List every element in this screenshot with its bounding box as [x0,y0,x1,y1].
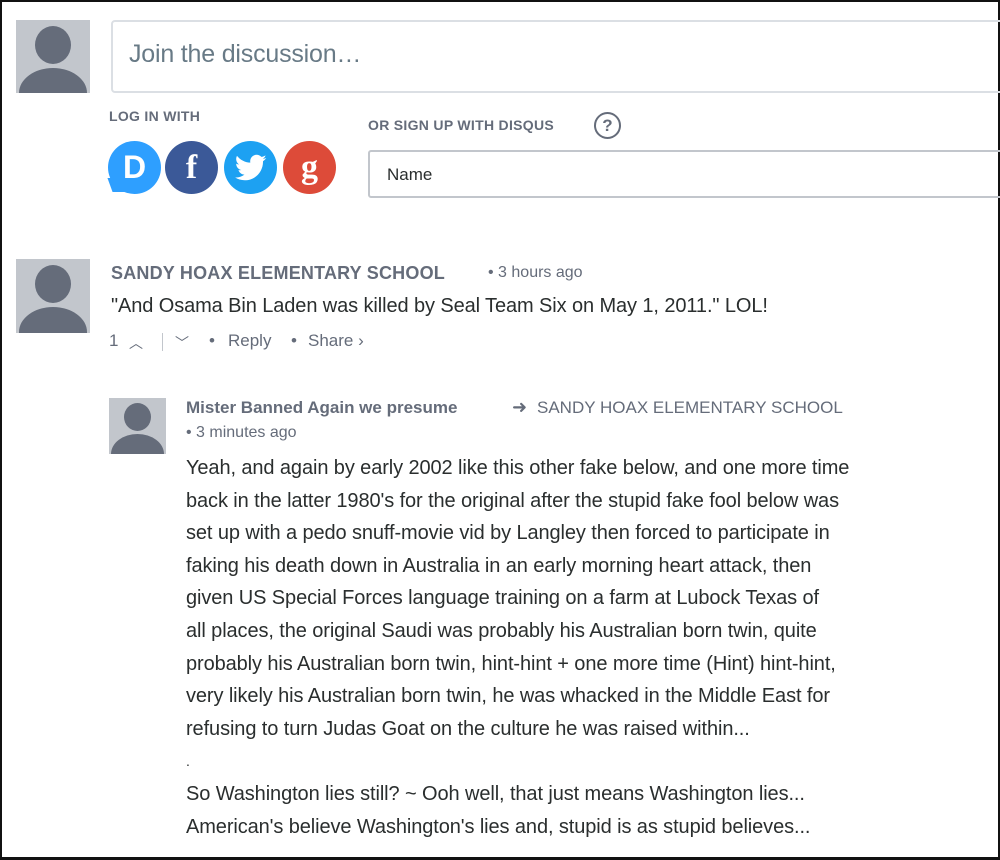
separator-dot: • [291,331,297,350]
reply-text-line: So Washington lies still? ~ Ooh well, th… [186,782,805,805]
reply-text-line: . [186,753,190,770]
reply-text-line: very likely his Australian born twin, he… [186,685,830,708]
google-icon: g [301,148,318,186]
reply-text-line: probably his Australian born twin, hint-… [186,652,836,675]
google-login-button[interactable]: g [283,141,336,194]
signup-with-disqus-label: OR SIGN UP WITH DISQUS [368,117,555,133]
reply-text-line: all places, the original Saudi was proba… [186,619,817,642]
comment-avatar[interactable] [16,259,90,333]
join-discussion-input[interactable]: Join the discussion… [111,20,1000,93]
reply-author[interactable]: Mister Banned Again we presume [186,398,457,418]
twitter-login-button[interactable] [224,141,277,194]
vote-divider [162,333,163,351]
avatar-body [19,68,87,93]
reply-timestamp[interactable]: • 3 minutes ago [186,424,297,442]
name-input[interactable]: Name [368,150,1000,198]
login-with-label: LOG IN WITH [109,108,201,124]
share-link[interactable]: Share › [308,331,364,353]
parent-author-link[interactable]: SANDY HOAX ELEMENTARY SCHOOL [537,398,843,418]
reply-text: Yeah, and again by early 2002 like this … [186,452,986,843]
reply-text-line: American's believe Washington's lies and… [186,815,811,838]
reply-arrow-icon: ➜ [512,397,528,417]
comment-text: "And Osama Bin Laden was killed by Seal … [111,295,768,317]
reply-text-line: given US Special Forces language trainin… [186,587,820,610]
reply-text-line: Yeah, and again by early 2002 like this … [186,457,850,479]
current-user-avatar [16,20,90,93]
vote-count: 1 [109,331,119,350]
facebook-login-button[interactable]: f [165,141,218,194]
comment-author[interactable]: SANDY HOAX ELEMENTARY SCHOOL [111,263,445,284]
reply-avatar[interactable] [109,398,166,454]
comment-timestamp[interactable]: • 3 hours ago [488,264,583,282]
help-icon[interactable]: ? [594,112,621,139]
separator-dot: • [209,331,215,350]
disqus-icon: D [122,149,147,185]
upvote-icon[interactable]: ︿ [129,333,143,355]
disqus-login-button[interactable]: D [108,141,161,194]
reply-text-line: back in the latter 1980's for the origin… [186,489,839,512]
facebook-icon: f [185,148,198,186]
avatar-body [111,434,164,454]
twitter-icon [234,154,266,180]
reply-text-line: set up with a pedo snuff-movie vid by La… [186,522,830,545]
downvote-icon[interactable]: ﹀ [175,333,189,355]
avatar-head [124,403,151,431]
reply-text-line: refusing to turn Judas Goat on the cultu… [186,717,750,740]
avatar-head [35,265,71,303]
reply-link[interactable]: Reply [228,331,271,353]
avatar-head [35,26,71,64]
avatar-body [19,307,87,333]
reply-text-line: faking his death down in Australia in an… [186,554,812,577]
